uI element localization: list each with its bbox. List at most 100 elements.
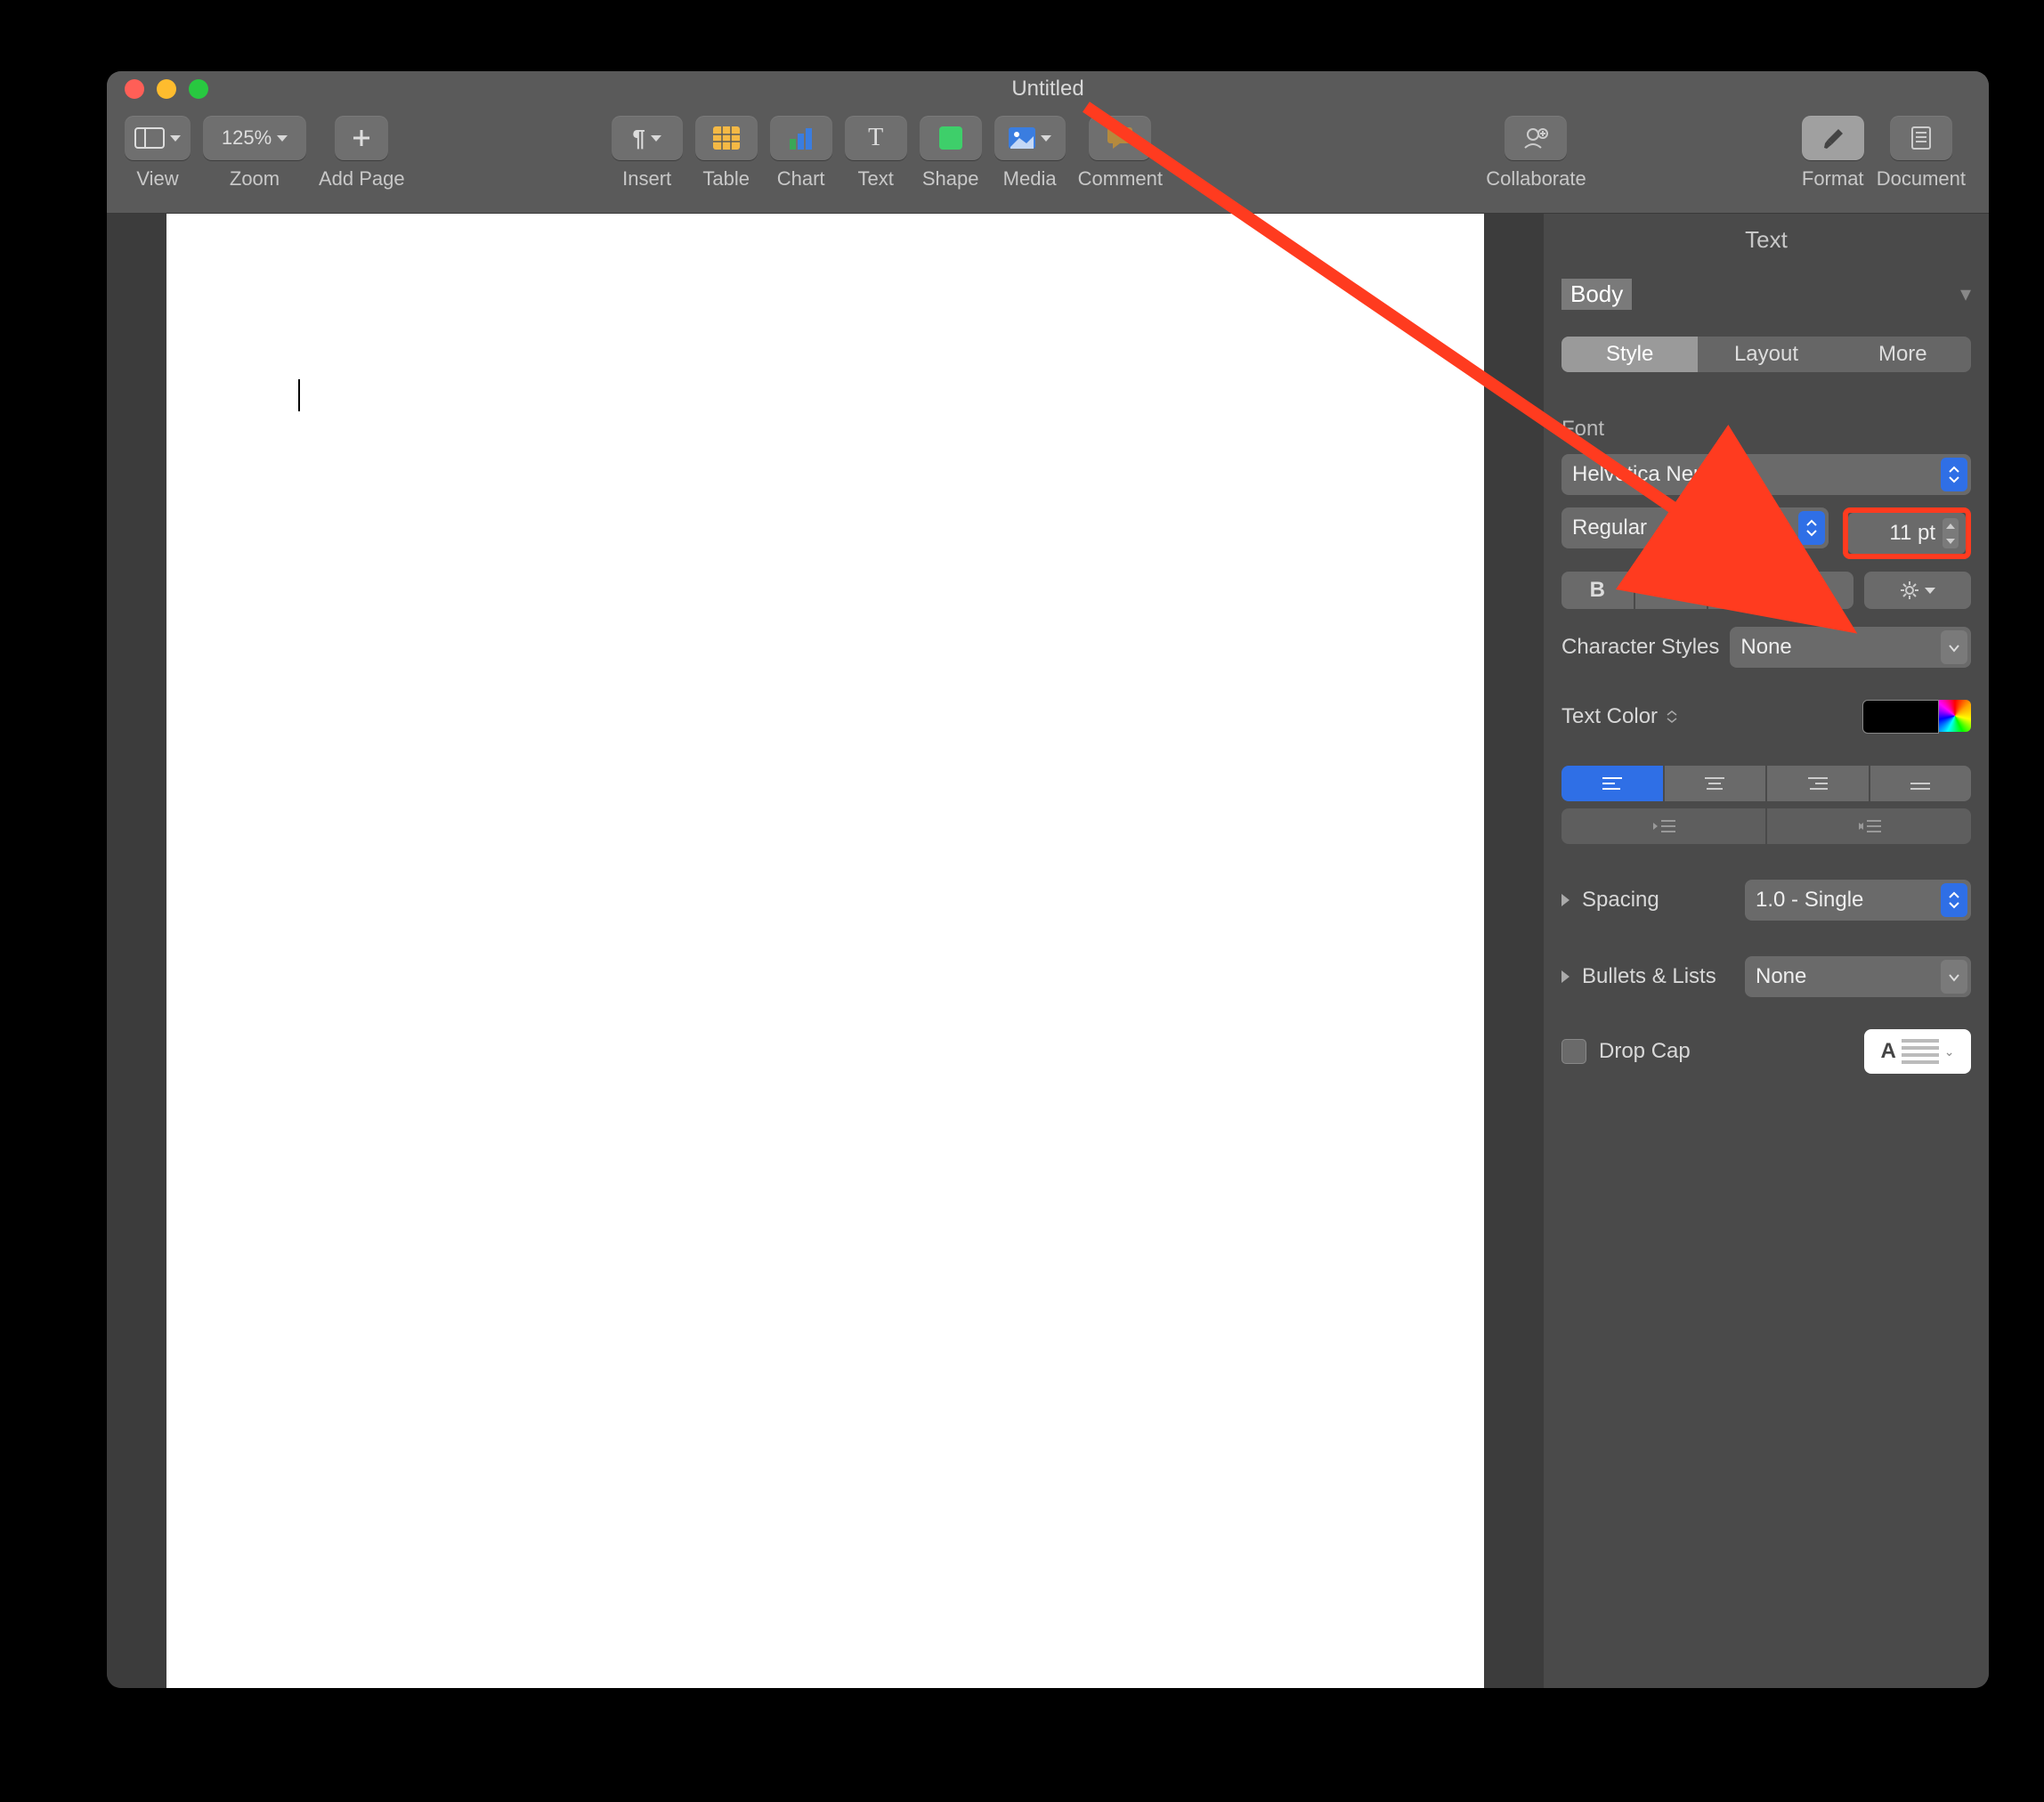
chart-button[interactable] — [770, 116, 832, 160]
font-size-highlight: 11 pt — [1843, 507, 1971, 559]
font-size-field[interactable]: 11 pt — [1848, 513, 1966, 554]
chevron-down-icon — [1941, 630, 1967, 664]
collaborate-group: Collaborate — [1486, 116, 1586, 191]
strikethrough-button[interactable]: S — [1782, 572, 1854, 609]
document-area[interactable] — [107, 214, 1544, 1688]
table-button[interactable] — [695, 116, 758, 160]
font-weight-value: Regular — [1572, 515, 1647, 540]
bullets-value: None — [1756, 964, 1806, 989]
sidebar-layout-icon — [134, 127, 165, 149]
plus-icon — [351, 127, 372, 149]
character-styles-select[interactable]: None — [1730, 627, 1971, 668]
text-label: Text — [857, 167, 893, 191]
paragraph-style-picker[interactable]: Body ▾ — [1561, 279, 1971, 310]
tab-more[interactable]: More — [1835, 337, 1971, 372]
advanced-font-options-button[interactable] — [1864, 572, 1971, 609]
document-label: Document — [1877, 167, 1966, 191]
zoom-label: Zoom — [230, 167, 280, 191]
format-group: Format — [1802, 116, 1864, 191]
font-section-label: Font — [1561, 417, 1971, 442]
character-styles-value: None — [1740, 635, 1791, 660]
comment-button[interactable] — [1089, 116, 1151, 160]
page[interactable] — [166, 214, 1484, 1688]
font-family-value: Helvetica Neue — [1572, 462, 1717, 487]
dropcap-label: Drop Cap — [1599, 1039, 1691, 1064]
table-group: Table — [695, 116, 758, 191]
zoom-window-button[interactable] — [189, 79, 208, 99]
spacing-select[interactable]: 1.0 - Single — [1745, 880, 1971, 921]
media-group: Media — [994, 116, 1066, 191]
minimize-window-button[interactable] — [157, 79, 176, 99]
decrease-indent-button[interactable] — [1561, 808, 1765, 844]
outdent-icon — [1652, 819, 1675, 833]
align-right-icon — [1808, 776, 1828, 791]
font-family-select[interactable]: Helvetica Neue — [1561, 454, 1971, 495]
character-styles-label: Character Styles — [1561, 635, 1719, 660]
table-icon — [713, 126, 740, 150]
underline-button[interactable]: U — [1708, 572, 1780, 609]
chevron-down-icon — [651, 135, 661, 142]
format-inspector: Text Body ▾ Style Layout More Font Helve… — [1544, 214, 1989, 1688]
media-icon — [1009, 127, 1035, 149]
align-justify-icon — [1910, 776, 1930, 791]
chart-icon — [788, 126, 815, 150]
font-weight-select[interactable]: Regular — [1561, 507, 1829, 548]
italic-button[interactable]: I — [1635, 572, 1707, 609]
increase-indent-button[interactable] — [1767, 808, 1971, 844]
stepper-icon — [1941, 883, 1967, 917]
collaborate-button[interactable] — [1505, 116, 1567, 160]
document-button[interactable] — [1890, 116, 1952, 160]
stepper-icon — [1941, 458, 1967, 491]
media-button[interactable] — [994, 116, 1066, 160]
close-window-button[interactable] — [125, 79, 144, 99]
shape-button[interactable] — [920, 116, 982, 160]
dropcap-preview-icon: A — [1880, 1039, 1895, 1064]
bold-button[interactable]: B — [1561, 572, 1634, 609]
zoom-group: 125% Zoom — [203, 116, 306, 191]
insert-label: Insert — [622, 167, 671, 191]
format-button[interactable] — [1802, 116, 1864, 160]
shape-group: Shape — [920, 116, 982, 191]
dropcap-checkbox[interactable] — [1561, 1039, 1586, 1064]
zoom-button[interactable]: 125% — [203, 116, 306, 160]
comment-group: Comment — [1078, 116, 1163, 191]
insert-button[interactable]: ¶ — [612, 116, 683, 160]
chart-group: Chart — [770, 116, 832, 191]
lines-icon — [1902, 1039, 1939, 1064]
format-label: Format — [1802, 167, 1864, 191]
up-down-icon — [1665, 710, 1679, 724]
font-size-stepper[interactable] — [1943, 518, 1959, 548]
view-label: View — [136, 167, 178, 191]
bullets-select[interactable]: None — [1745, 956, 1971, 997]
insert-group: ¶ Insert — [612, 116, 683, 191]
view-button[interactable] — [125, 116, 191, 160]
add-page-label: Add Page — [319, 167, 405, 191]
inspector-title: Text — [1561, 226, 1971, 254]
disclosure-triangle-icon[interactable] — [1561, 894, 1570, 906]
chevron-down-icon — [1041, 135, 1051, 142]
shape-label: Shape — [922, 167, 979, 191]
gear-icon — [1900, 580, 1919, 600]
chevron-down-icon: ▾ — [1960, 281, 1971, 307]
tab-layout[interactable]: Layout — [1698, 337, 1834, 372]
disclosure-triangle-icon[interactable] — [1561, 970, 1570, 983]
font-size-value: 11 pt — [1889, 521, 1935, 546]
text-button[interactable]: T — [845, 116, 907, 160]
chevron-down-icon — [1925, 588, 1935, 594]
align-center-icon — [1705, 776, 1724, 791]
align-justify-button[interactable] — [1870, 766, 1972, 801]
tab-style[interactable]: Style — [1561, 337, 1698, 372]
align-left-button[interactable] — [1561, 766, 1663, 801]
shape-icon — [939, 126, 962, 150]
document-group: Document — [1877, 116, 1966, 191]
dropcap-style-button[interactable]: A ⌄ — [1864, 1029, 1971, 1074]
align-right-button[interactable] — [1767, 766, 1869, 801]
toolbar: View 125% Zoom Add Page ¶ — [107, 107, 1989, 214]
chevron-down-icon — [277, 135, 288, 142]
add-page-button[interactable] — [335, 116, 388, 160]
color-picker-button[interactable] — [1939, 700, 1971, 732]
text-group: T Text — [845, 116, 907, 191]
align-center-button[interactable] — [1665, 766, 1766, 801]
chevron-down-icon — [170, 135, 181, 142]
text-color-well[interactable] — [1862, 700, 1939, 734]
